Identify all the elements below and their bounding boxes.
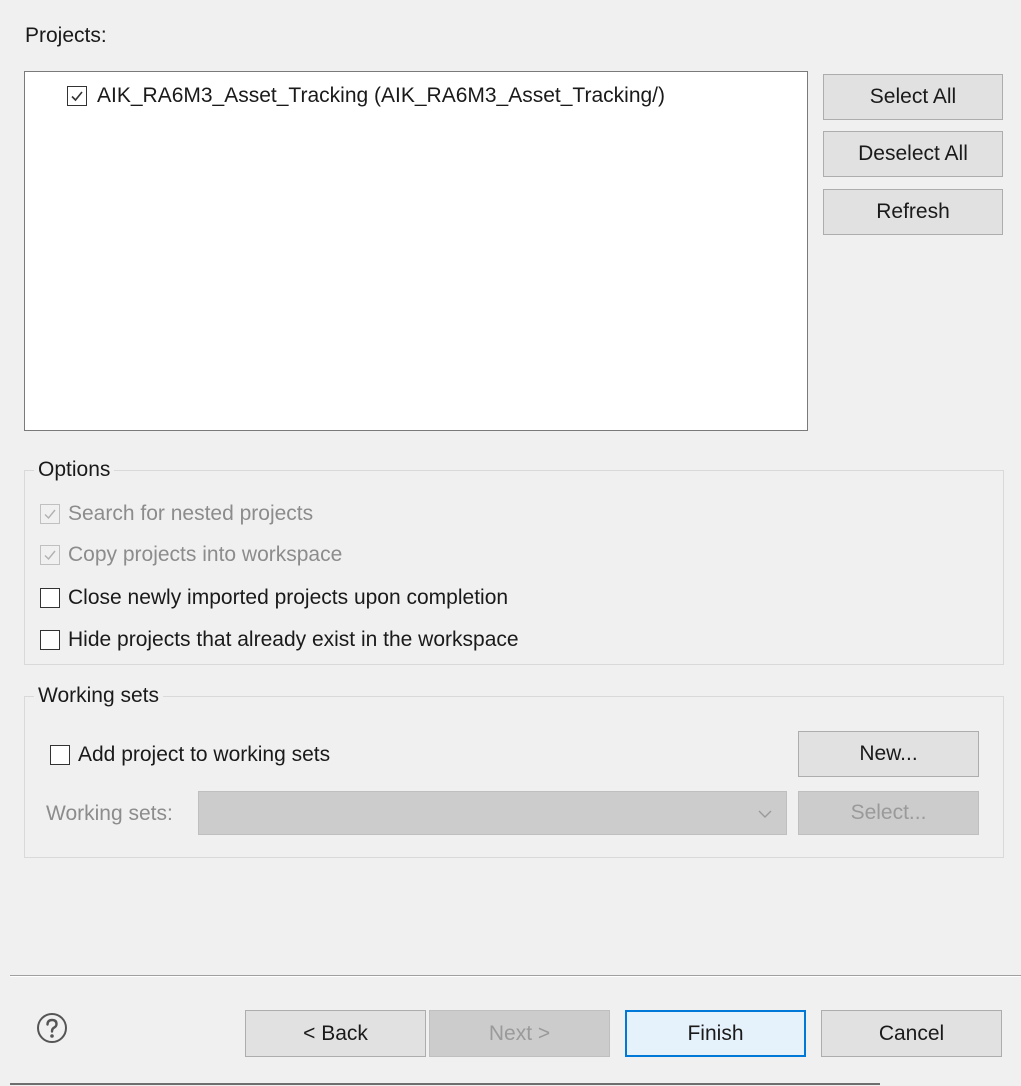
copy-workspace-option: Copy projects into workspace <box>40 543 342 567</box>
checkmark-icon <box>44 550 56 561</box>
window-bottom-edge <box>10 1083 880 1085</box>
chevron-down-icon <box>758 810 772 818</box>
copy-workspace-checkbox <box>40 545 60 565</box>
working-sets-select <box>198 791 787 835</box>
footer-separator <box>10 975 1021 977</box>
select-all-button[interactable]: Select All <box>823 74 1003 120</box>
close-imported-label: Close newly imported projects upon compl… <box>68 586 509 609</box>
new-working-set-button[interactable]: New... <box>798 731 979 777</box>
add-working-sets-option[interactable]: Add project to working sets <box>50 743 330 767</box>
hide-existing-checkbox[interactable] <box>40 630 60 650</box>
working-sets-label: Working sets: <box>46 802 173 825</box>
search-nested-checkbox <box>40 504 60 524</box>
copy-workspace-label: Copy projects into workspace <box>68 543 343 566</box>
close-imported-checkbox[interactable] <box>40 588 60 608</box>
working-sets-title: Working sets <box>34 684 163 708</box>
finish-button[interactable]: Finish <box>625 1010 806 1057</box>
help-icon[interactable] <box>36 1012 68 1044</box>
checkmark-icon <box>44 509 56 520</box>
select-working-sets-button: Select... <box>798 791 979 835</box>
search-nested-option: Search for nested projects <box>40 502 313 526</box>
hide-existing-option[interactable]: Hide projects that already exist in the … <box>40 628 519 652</box>
checkmark-icon <box>71 91 83 102</box>
add-working-sets-checkbox[interactable] <box>50 745 70 765</box>
back-button[interactable]: < Back <box>245 1010 426 1057</box>
close-imported-option[interactable]: Close newly imported projects upon compl… <box>40 586 508 610</box>
add-working-sets-label: Add project to working sets <box>78 743 331 766</box>
hide-existing-label: Hide projects that already exist in the … <box>68 628 519 651</box>
project-list-item[interactable]: AIK_RA6M3_Asset_Tracking (AIK_RA6M3_Asse… <box>67 84 665 108</box>
project-item-label: AIK_RA6M3_Asset_Tracking (AIK_RA6M3_Asse… <box>97 84 666 107</box>
deselect-all-button[interactable]: Deselect All <box>823 131 1003 177</box>
options-title: Options <box>34 458 115 482</box>
project-checkbox[interactable] <box>67 86 87 106</box>
search-nested-label: Search for nested projects <box>68 502 314 525</box>
project-list[interactable]: AIK_RA6M3_Asset_Tracking (AIK_RA6M3_Asse… <box>24 71 808 431</box>
cancel-button[interactable]: Cancel <box>821 1010 1002 1057</box>
refresh-button[interactable]: Refresh <box>823 189 1003 235</box>
projects-label: Projects: <box>25 24 107 47</box>
next-button: Next > <box>429 1010 610 1057</box>
